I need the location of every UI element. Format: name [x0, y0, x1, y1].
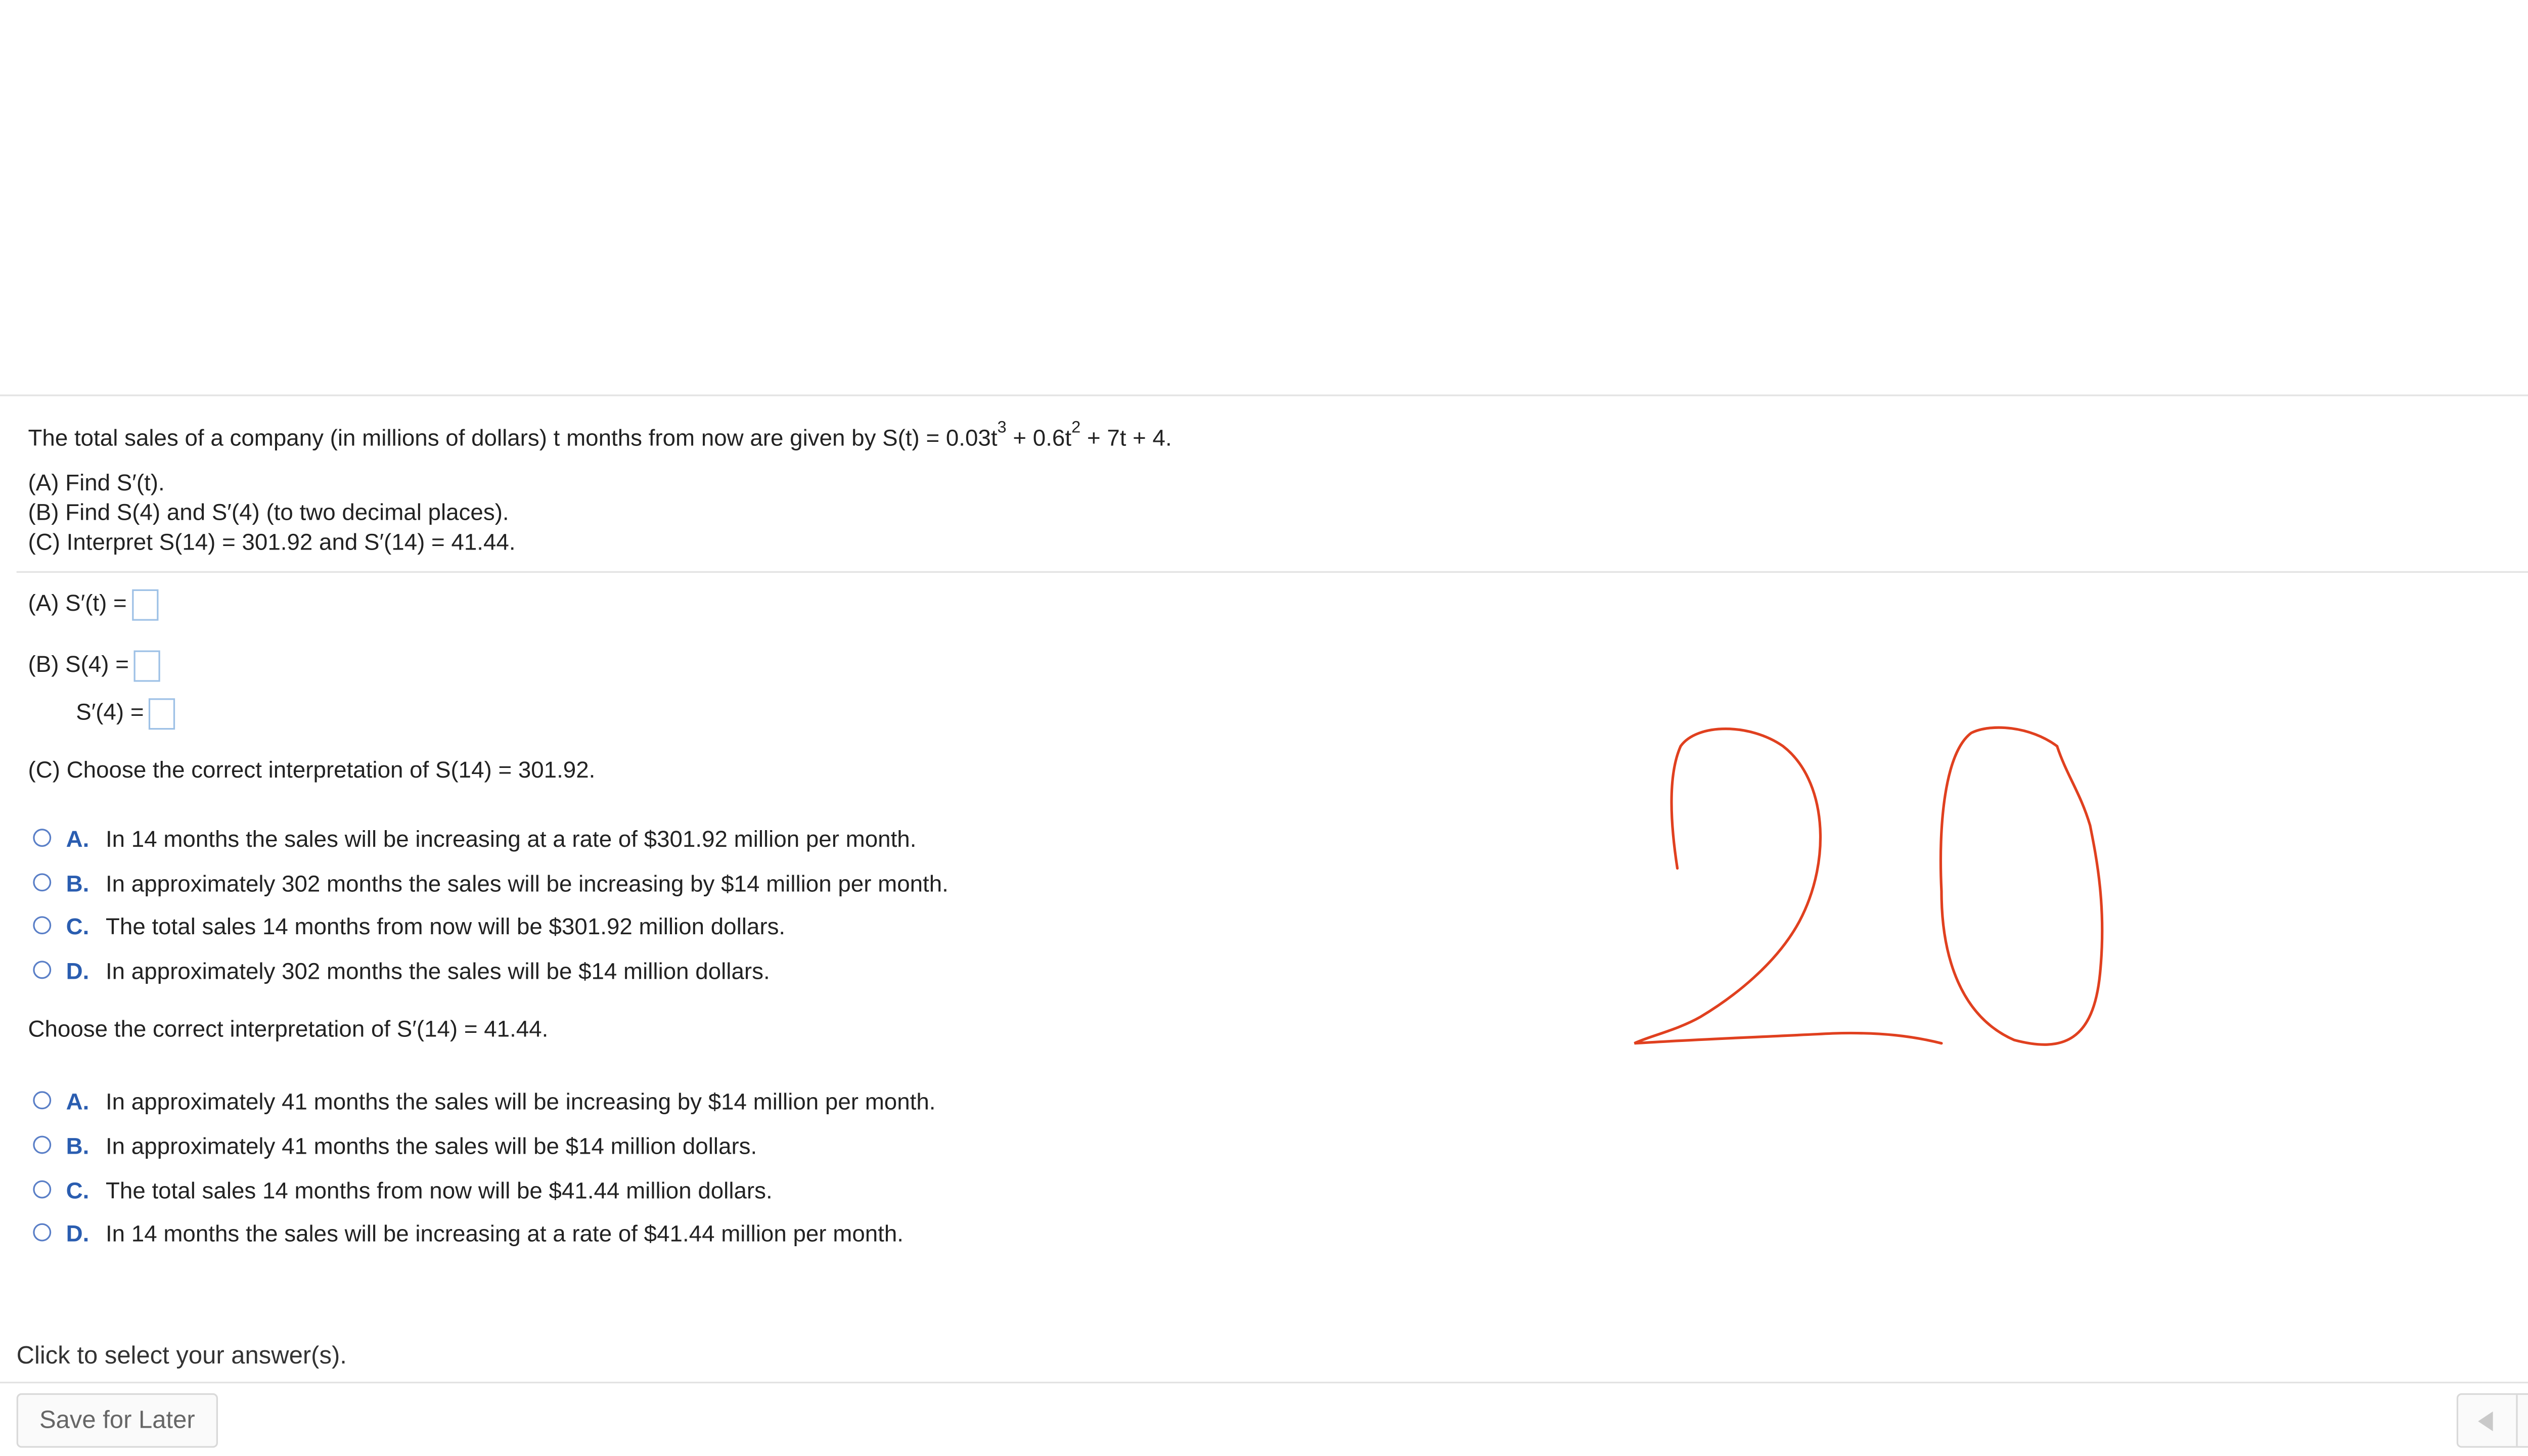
- answer-a-input[interactable]: [131, 589, 158, 621]
- status-text: Click to select your answer(s).: [16, 1342, 347, 1371]
- option-text[interactable]: The total sales 14 months from now will …: [106, 1175, 773, 1205]
- option-text[interactable]: In 14 months the sales will be increasin…: [106, 1218, 904, 1248]
- option-letter[interactable]: B.: [66, 869, 89, 898]
- prev-arrow-icon[interactable]: [2458, 1395, 2517, 1446]
- radio-button[interactable]: [33, 1223, 52, 1242]
- option-letter[interactable]: B.: [66, 1131, 89, 1161]
- part-c-prompt: (C) Choose the correct interpretation of…: [28, 756, 596, 783]
- radio-button[interactable]: [33, 961, 52, 979]
- option-letter[interactable]: D.: [66, 1218, 89, 1248]
- answer-a-label: (A) S′(t) =: [28, 589, 127, 616]
- option-letter[interactable]: C.: [66, 911, 89, 941]
- question-part-b: (B) Find S(4) and S′(4) (to two decimal …: [28, 498, 509, 525]
- radio-button[interactable]: [33, 829, 52, 847]
- option-text[interactable]: In approximately 41 months the sales wil…: [106, 1086, 935, 1116]
- answer-b-row: (B) S(4) =: [28, 647, 160, 681]
- option-text[interactable]: In approximately 302 months the sales wi…: [106, 956, 770, 986]
- question-part-a: (A) Find S′(t).: [28, 469, 165, 495]
- save-for-later-button[interactable]: Save for Later: [16, 1393, 218, 1448]
- answer-b2-input[interactable]: [149, 698, 175, 730]
- option-letter[interactable]: A.: [66, 1086, 89, 1116]
- radio-button[interactable]: [33, 873, 52, 892]
- question-page: The total sales of a company (in million…: [0, 0, 2528, 1456]
- handwritten-annotation: [1634, 726, 2104, 1046]
- option-letter[interactable]: D.: [66, 956, 89, 986]
- option-text[interactable]: In 14 months the sales will be increasin…: [106, 824, 916, 853]
- radio-button[interactable]: [33, 1091, 52, 1110]
- answer-b-input[interactable]: [133, 650, 160, 681]
- radio-button[interactable]: [33, 1135, 52, 1154]
- option-letter[interactable]: A.: [66, 824, 89, 853]
- answer-b2-label: S′(4) =: [76, 698, 144, 725]
- answer-b2-row: S′(4) =: [76, 695, 175, 730]
- part-c2-prompt: Choose the correct interpretation of S′(…: [28, 1015, 549, 1042]
- option-text[interactable]: In approximately 302 months the sales wi…: [106, 869, 949, 898]
- next-arrow-icon[interactable]: [2517, 1395, 2528, 1446]
- answer-a-row: (A) S′(t) =: [28, 586, 158, 621]
- option-letter[interactable]: C.: [66, 1175, 89, 1205]
- pager: [2456, 1393, 2528, 1448]
- top-divider: [0, 394, 2528, 396]
- question-divider: [16, 571, 2528, 573]
- question-part-c: (C) Interpret S(14) = 301.92 and S′(14) …: [28, 528, 516, 555]
- radio-button[interactable]: [33, 1180, 52, 1199]
- question-stem: The total sales of a company (in million…: [28, 420, 1172, 451]
- footer-divider: [0, 1382, 2528, 1384]
- option-text[interactable]: The total sales 14 months from now will …: [106, 911, 785, 941]
- answer-b-label: (B) S(4) =: [28, 650, 129, 677]
- radio-button[interactable]: [33, 916, 52, 935]
- option-text[interactable]: In approximately 41 months the sales wil…: [106, 1131, 757, 1161]
